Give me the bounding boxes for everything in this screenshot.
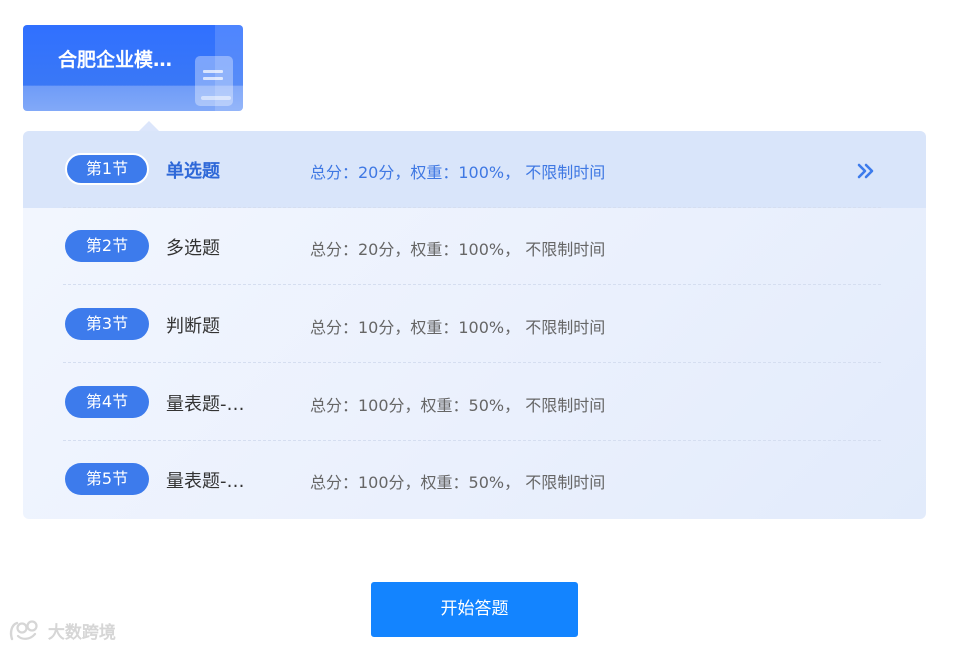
section-info: 总分：20分，权重：100%， 不限制时间 xyxy=(310,240,606,259)
section-badge: 第5节 xyxy=(65,463,149,495)
section-badge: 第3节 xyxy=(65,308,149,340)
section-info: 总分：20分，权重：100%， 不限制时间 xyxy=(310,163,606,182)
double-chevron-right-icon[interactable] xyxy=(857,162,875,180)
section-badge: 第4节 xyxy=(65,386,149,418)
section-row-5[interactable]: 第5节 量表题-… 总分：100分，权重：50%， 不限制时间 xyxy=(23,441,926,518)
section-list: 第1节 单选题 总分：20分，权重：100%， 不限制时间 第2节 多选题 总分… xyxy=(23,131,926,519)
section-name: 单选题 xyxy=(166,161,220,182)
section-info: 总分：100分，权重：50%， 不限制时间 xyxy=(310,396,606,415)
row-divider xyxy=(63,362,881,363)
start-exam-button[interactable]: 开始答题 xyxy=(371,582,578,637)
logo-icon xyxy=(9,619,38,640)
section-row-2[interactable]: 第2节 多选题 总分：20分，权重：100%， 不限制时间 xyxy=(23,208,926,285)
section-row-1[interactable]: 第1节 单选题 总分：20分，权重：100%， 不限制时间 xyxy=(23,131,926,208)
section-info: 总分：10分，权重：100%， 不限制时间 xyxy=(310,318,606,337)
tab-pointer xyxy=(139,121,159,131)
section-name: 多选题 xyxy=(166,238,220,259)
section-row-3[interactable]: 第3节 判断题 总分：10分，权重：100%， 不限制时间 xyxy=(23,286,926,363)
row-divider xyxy=(63,284,881,285)
watermark-text: 大数跨境 xyxy=(47,623,116,643)
watermark: 大数跨境 xyxy=(8,618,116,648)
section-info: 总分：100分，权重：50%， 不限制时间 xyxy=(310,473,606,492)
exam-title: 合肥企业模拟测评 xyxy=(58,49,183,71)
document-icon xyxy=(195,56,233,106)
section-badge: 第2节 xyxy=(65,230,149,262)
page: 合肥企业模拟测评 第1节 单选题 总分：20分，权重：100%， 不限制时间 第… xyxy=(0,0,959,652)
section-badge: 第1节 xyxy=(65,153,149,185)
section-name: 量表题-… xyxy=(166,471,245,492)
section-row-4[interactable]: 第4节 量表题-… 总分：100分，权重：50%， 不限制时间 xyxy=(23,364,926,441)
section-name: 量表题-… xyxy=(166,394,245,415)
section-name: 判断题 xyxy=(166,316,220,337)
exam-tab[interactable]: 合肥企业模拟测评 xyxy=(23,25,243,111)
